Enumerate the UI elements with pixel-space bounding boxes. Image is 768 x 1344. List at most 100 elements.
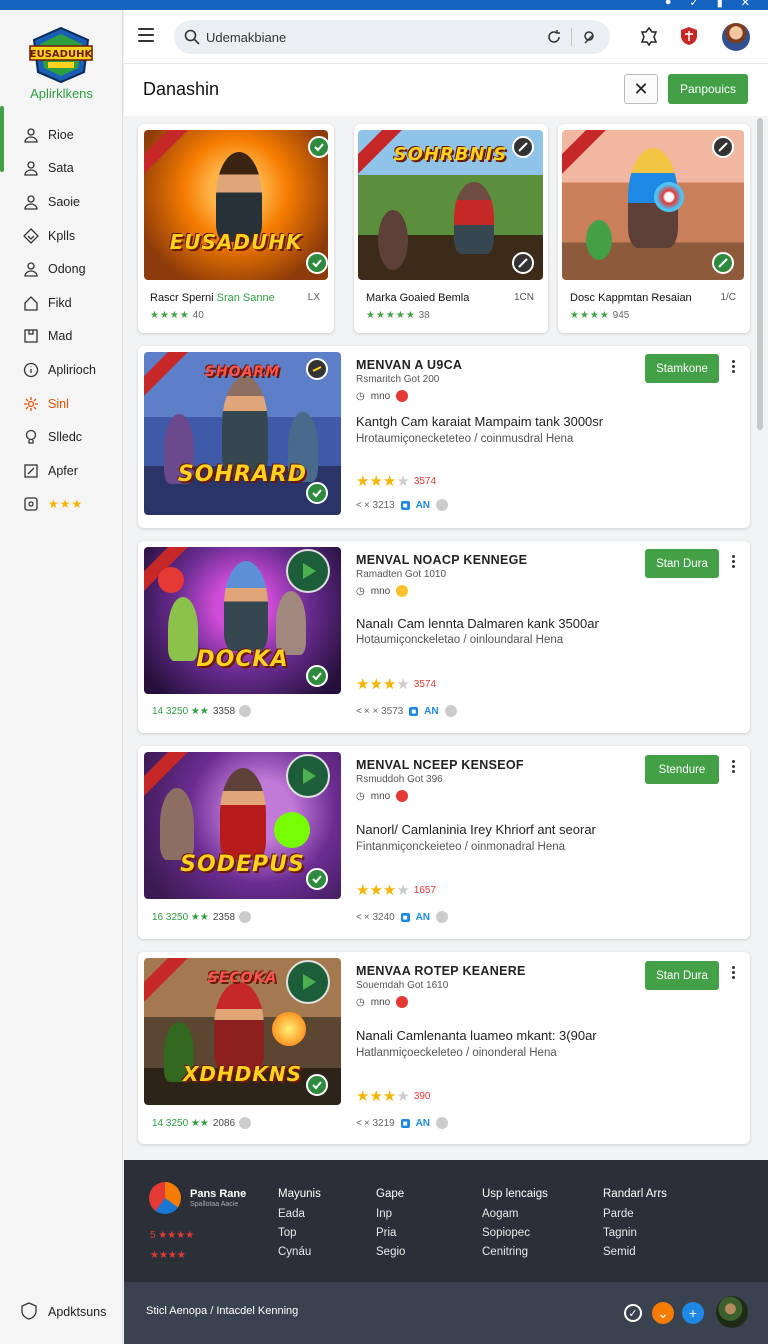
game-developer: Souemdah Got 1610 bbox=[356, 980, 449, 991]
android-icon: ■ bbox=[409, 706, 419, 716]
more-options-icon[interactable] bbox=[732, 760, 738, 775]
footer-link[interactable]: Tagnin bbox=[603, 1227, 667, 1239]
refresh-icon[interactable] bbox=[546, 29, 562, 50]
play-icon[interactable] bbox=[286, 960, 330, 1004]
check-icon bbox=[306, 252, 328, 274]
more-options-icon[interactable] bbox=[732, 966, 738, 981]
game-list-item[interactable]: SHOARM SOHRARD MENVAN A U9CA Rsmaritch G… bbox=[138, 346, 750, 528]
game-description: Nanorl/ Camlaninia Irey Khriorf ant seor… bbox=[356, 822, 596, 837]
sidebar-item-kplls[interactable]: Kplls bbox=[0, 219, 123, 253]
footer-link[interactable]: Inp bbox=[376, 1208, 405, 1220]
footer-link[interactable]: Sopiopec bbox=[482, 1227, 548, 1239]
featured-card[interactable]: Dosc Kappmtan Resaian 1/C ★★★★ 945 bbox=[558, 124, 750, 333]
game-title: MENVAA ROTEP KEANERE bbox=[356, 964, 526, 978]
game-thumbnail[interactable]: EUSADUHK bbox=[144, 130, 328, 280]
game-thumbnail[interactable] bbox=[562, 130, 744, 280]
sidebar-item-mad[interactable]: Mad bbox=[0, 320, 123, 354]
footer-link[interactable]: Eada bbox=[278, 1208, 321, 1220]
user-avatar[interactable] bbox=[716, 1296, 748, 1328]
sidebar-item-slledc[interactable]: Slledc bbox=[0, 420, 123, 454]
game-thumbnail[interactable]: SECOKA XDHDKNS bbox=[144, 958, 341, 1105]
sidebar-item-aplirioch[interactable]: Aplirioch bbox=[0, 353, 123, 387]
help-icon[interactable]: ● bbox=[665, 0, 672, 9]
info-dot-icon bbox=[444, 705, 457, 717]
footer-link[interactable]: Aogam bbox=[482, 1208, 548, 1220]
sidebar-item-apfer[interactable]: Apfer bbox=[0, 454, 123, 488]
footer-link[interactable]: Pria bbox=[376, 1227, 405, 1239]
sidebar-item-sata[interactable]: Sata bbox=[0, 152, 123, 186]
game-thumbnail[interactable]: SHOARM SOHRARD bbox=[144, 352, 341, 515]
voice-search-icon[interactable] bbox=[580, 28, 598, 51]
app-brand: Aplirklkens bbox=[30, 86, 93, 101]
game-thumbnail[interactable]: SOHRBNIS bbox=[358, 130, 543, 280]
sidebar-item-label: Rioe bbox=[48, 127, 74, 142]
install-button[interactable]: Stamkone bbox=[645, 354, 719, 383]
play-icon[interactable] bbox=[286, 754, 330, 798]
app-logo[interactable]: EUSADUHK bbox=[28, 26, 94, 84]
info-icon bbox=[22, 361, 40, 379]
close-window-icon[interactable]: ✕ bbox=[741, 0, 750, 9]
game-meta: ◷ mno bbox=[356, 790, 409, 802]
character-art bbox=[216, 152, 262, 242]
primary-action-button[interactable]: Panpouics bbox=[668, 74, 748, 104]
featured-card[interactable]: EUSADUHK Rascr Sperni Sran Sanne LX ★★★★… bbox=[138, 124, 334, 333]
add-icon[interactable]: + bbox=[682, 1302, 704, 1324]
character-art bbox=[454, 182, 494, 254]
game-stats: < × 3219 ■ AN bbox=[356, 1117, 449, 1129]
extensions-icon[interactable] bbox=[638, 25, 660, 47]
edit-icon bbox=[512, 252, 534, 274]
game-thumbnail[interactable]: DOCKA bbox=[144, 547, 341, 694]
more-options-icon[interactable] bbox=[732, 360, 738, 375]
sidebar-bottom-item[interactable]: Apdktsuns bbox=[20, 1302, 106, 1322]
scrollbar[interactable] bbox=[757, 118, 763, 430]
footer-link[interactable]: Segio bbox=[376, 1246, 405, 1258]
sidebar-item-stars[interactable]: ★★★ bbox=[0, 488, 123, 522]
chevron-down-icon[interactable]: ⌄ bbox=[652, 1302, 674, 1324]
sidebar-item-odong[interactable]: Odong bbox=[0, 252, 123, 286]
game-thumbnail[interactable]: SODEPUS bbox=[144, 752, 341, 899]
game-list-item[interactable]: SECOKA XDHDKNS 14 3250 ★★ 2086 MENVAA ROT… bbox=[138, 952, 750, 1144]
user-icon bbox=[22, 126, 40, 144]
game-list-item[interactable]: DOCKA 14 3250 ★★ 3358 MENVAL NOACP KENNEG… bbox=[138, 541, 750, 733]
energy-art bbox=[274, 812, 310, 848]
user-icon bbox=[22, 159, 40, 177]
install-button[interactable]: Stan Dura bbox=[645, 961, 719, 990]
footer-link[interactable]: Top bbox=[278, 1227, 321, 1239]
install-button[interactable]: Stendure bbox=[645, 755, 719, 784]
sidebar-item-saoie[interactable]: Saoie bbox=[0, 185, 123, 219]
sidebar-item-label: ★★★ bbox=[48, 497, 84, 512]
sidebar-item-label: Kplls bbox=[48, 228, 76, 243]
game-list-item[interactable]: SODEPUS 16 3250 ★★ 2358 MENVAL NCEEP KENS… bbox=[138, 746, 750, 939]
promo-ribbon bbox=[562, 130, 609, 177]
game-name: Marka Goaied Bemla bbox=[366, 292, 470, 304]
search-icon bbox=[184, 29, 200, 50]
close-button[interactable]: ✕ bbox=[624, 74, 658, 104]
sidebar-bottom-label: Apdktsuns bbox=[48, 1305, 107, 1319]
game-stats: < × × 3573 ■ AN bbox=[356, 705, 457, 717]
footer-link[interactable]: Semid bbox=[603, 1246, 667, 1258]
shield-badge-icon[interactable] bbox=[678, 25, 700, 47]
search-input[interactable] bbox=[206, 20, 536, 54]
footer-logo[interactable] bbox=[149, 1182, 181, 1214]
game-developer: Rsmuddoh Got 396 bbox=[356, 774, 443, 785]
footer-link[interactable]: Cenitring bbox=[482, 1246, 548, 1258]
android-icon: ■ bbox=[400, 1118, 410, 1128]
sidebar-item-fikd[interactable]: Fikd bbox=[0, 286, 123, 320]
game-name: Rascr Sperni Sran Sanne bbox=[150, 292, 275, 304]
footer-link[interactable]: Parde bbox=[603, 1208, 667, 1220]
check-circle-icon[interactable]: ✓ bbox=[624, 1304, 642, 1322]
more-options-icon[interactable] bbox=[732, 555, 738, 570]
page-title-bar: Danashin ✕ Panpouics bbox=[124, 64, 768, 116]
header bbox=[124, 10, 768, 64]
sidebar-item-rioe[interactable]: Rioe bbox=[0, 118, 123, 152]
featured-card[interactable]: SOHRBNIS Marka Goaied Bemla 1CN ★★★★★ 38 bbox=[354, 124, 548, 333]
bulb-icon bbox=[22, 428, 40, 446]
footer-link[interactable]: Cynáu bbox=[278, 1246, 321, 1258]
footer-heading: Usp lencaigs bbox=[482, 1188, 548, 1200]
sidebar-item-sinl[interactable]: Sinl bbox=[0, 387, 123, 421]
play-icon[interactable] bbox=[286, 549, 330, 593]
feather-icon[interactable]: ✓ bbox=[690, 0, 699, 9]
install-button[interactable]: Stan Dura bbox=[645, 549, 719, 578]
menu-icon[interactable] bbox=[138, 28, 154, 42]
user-avatar[interactable] bbox=[722, 23, 750, 51]
